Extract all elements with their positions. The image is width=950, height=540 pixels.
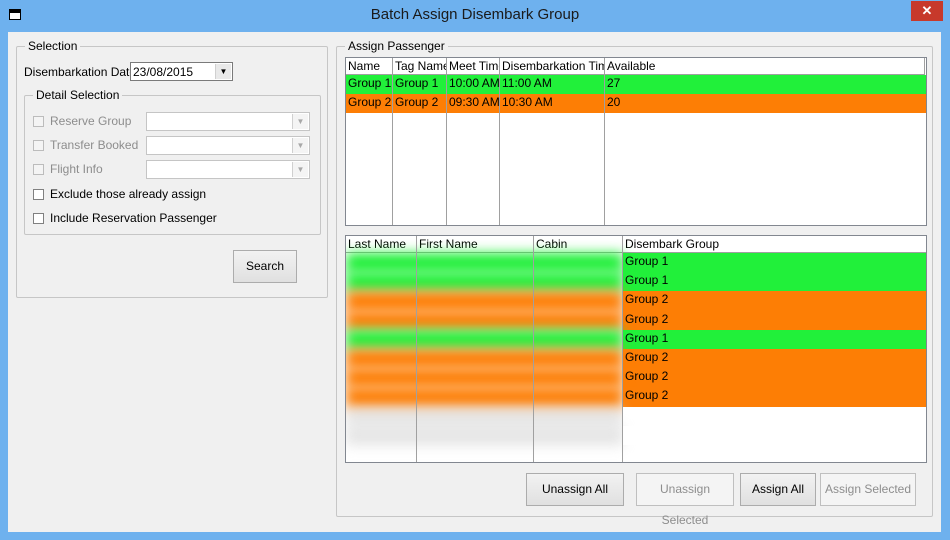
disembarkation-date-value: 23/08/2015 bbox=[133, 65, 194, 79]
table-row[interactable]: Group 2 bbox=[623, 349, 926, 369]
disembark-group-cell: Group 2 bbox=[625, 350, 669, 364]
disembark-group-cell: Group 1 bbox=[625, 273, 669, 288]
column-header[interactable]: Name bbox=[346, 58, 393, 75]
chevron-down-icon: ▼ bbox=[292, 138, 308, 153]
column-header[interactable]: First Name bbox=[417, 236, 534, 253]
close-button[interactable]: ✕ bbox=[911, 1, 943, 21]
redacted-passenger-info bbox=[346, 253, 623, 274]
column-divider bbox=[533, 236, 534, 462]
exclude-assigned-checkbox[interactable] bbox=[33, 189, 44, 200]
flight-info-label: Flight Info bbox=[50, 162, 103, 176]
table-cell: 10:00 AM bbox=[449, 76, 500, 90]
redacted-passenger-info bbox=[346, 329, 623, 350]
include-reservation-checkbox[interactable] bbox=[33, 213, 44, 224]
reserve-group-select[interactable]: ▼ bbox=[146, 112, 310, 131]
table-cell: 11:00 AM bbox=[502, 76, 552, 90]
table-cell: 20 bbox=[607, 95, 621, 109]
table-cell: Group 2 bbox=[348, 95, 392, 109]
disembarkation-date-picker[interactable]: 23/08/2015 ▼ bbox=[130, 62, 233, 81]
column-divider bbox=[446, 58, 447, 225]
table-row[interactable]: Group 2 bbox=[623, 291, 926, 311]
disembark-group-cell: Group 2 bbox=[625, 369, 669, 384]
unassign-selected-button[interactable]: Unassign Selected bbox=[636, 473, 734, 527]
chevron-down-icon[interactable]: ▼ bbox=[215, 64, 231, 79]
disembark-group-cell: Group 1 bbox=[625, 330, 669, 345]
table-row[interactable]: Group 2 Group 2 09:30 AM 10:30 AM 20 bbox=[346, 94, 926, 113]
disembark-group-cell bbox=[623, 407, 926, 426]
column-divider bbox=[622, 236, 623, 462]
assign-selected-button[interactable]: Assign Selected bbox=[820, 473, 916, 506]
column-divider bbox=[499, 58, 500, 225]
table-row[interactable]: Group 1 Group 1 10:00 AM 11:00 AM 27 bbox=[346, 75, 926, 94]
redacted-passenger-info bbox=[346, 310, 623, 331]
reserve-group-label: Reserve Group bbox=[50, 114, 132, 128]
redacted-passenger-info bbox=[346, 368, 623, 389]
search-button[interactable]: Search bbox=[233, 250, 297, 283]
transfer-booked-checkbox[interactable] bbox=[33, 140, 44, 151]
column-header[interactable]: Disembarkation Time bbox=[500, 58, 605, 75]
reserve-group-checkbox[interactable] bbox=[33, 116, 44, 127]
column-header[interactable]: Available bbox=[605, 58, 925, 75]
table-cell: 27 bbox=[607, 76, 621, 90]
window: Batch Assign Disembark Group ✕ Selection… bbox=[0, 0, 950, 540]
column-header[interactable]: Cabin bbox=[534, 236, 623, 253]
detail-selection-legend: Detail Selection bbox=[33, 88, 123, 102]
disembark-group-cell: Group 2 bbox=[625, 311, 669, 326]
column-divider bbox=[392, 58, 393, 225]
dialog-body: Selection Disembarkation Date 23/08/2015… bbox=[8, 32, 941, 532]
table-cell: 09:30 AM bbox=[449, 95, 500, 109]
table-row[interactable] bbox=[623, 425, 926, 445]
column-header[interactable]: Tag Name bbox=[393, 58, 447, 75]
column-divider bbox=[416, 236, 417, 462]
chevron-down-icon: ▼ bbox=[292, 162, 308, 177]
selection-group: Selection Disembarkation Date 23/08/2015… bbox=[16, 39, 328, 298]
table-row[interactable]: Group 2 bbox=[623, 387, 926, 407]
table-row[interactable]: Group 1 bbox=[623, 272, 926, 292]
redacted-passenger-info bbox=[346, 349, 623, 370]
passengers-table[interactable]: Last Name First Name Cabin Disembark Group G… bbox=[345, 235, 927, 463]
disembarkation-date-label: Disembarkation Date bbox=[24, 65, 137, 79]
window-title: Batch Assign Disembark Group bbox=[370, 6, 580, 23]
groups-table[interactable]: Name Tag Name Meet Time Disembarkation Time… bbox=[345, 57, 927, 226]
flight-info-select[interactable]: ▼ bbox=[146, 160, 310, 179]
detail-selection-group: Detail Selection Reserve Group ▼ Transfe… bbox=[24, 88, 321, 235]
table-row[interactable]: Group 2 bbox=[623, 310, 926, 330]
redacted-passenger-info bbox=[346, 425, 623, 446]
transfer-booked-label: Transfer Booked bbox=[50, 138, 139, 152]
exclude-assigned-label: Exclude those already assign bbox=[50, 187, 207, 201]
title-bar: Batch Assign Disembark Group ✕ bbox=[0, 0, 950, 32]
assign-all-button[interactable]: Assign All bbox=[740, 473, 816, 506]
disembark-group-cell: Group 2 bbox=[625, 292, 669, 307]
disembark-group-cell bbox=[623, 426, 926, 445]
table-row[interactable]: Group 1 bbox=[623, 329, 926, 349]
redacted-passenger-info bbox=[346, 387, 623, 408]
column-header[interactable]: Last Name bbox=[346, 236, 417, 253]
assign-passenger-legend: Assign Passenger bbox=[345, 39, 448, 53]
table-row[interactable]: Group 2 bbox=[623, 368, 926, 388]
column-header[interactable]: Disembark Group bbox=[623, 236, 926, 253]
redacted-passenger-info bbox=[346, 291, 623, 312]
redacted-passenger-info bbox=[346, 272, 623, 293]
assign-passenger-group: Assign Passenger Name Tag Name Meet Time Di… bbox=[336, 39, 933, 527]
table-cell: 10:30 AM bbox=[502, 95, 553, 109]
chevron-down-icon: ▼ bbox=[292, 114, 308, 129]
flight-info-checkbox[interactable] bbox=[33, 164, 44, 175]
column-divider bbox=[604, 58, 605, 225]
disembark-group-cell: Group 2 bbox=[625, 388, 669, 403]
table-cell: Group 2 bbox=[395, 95, 439, 109]
table-row[interactable] bbox=[623, 406, 926, 426]
disembark-group-cell: Group 1 bbox=[625, 254, 669, 268]
unassign-all-button[interactable]: Unassign All bbox=[526, 473, 624, 506]
table-cell: Group 1 bbox=[395, 76, 439, 90]
table-cell: Group 1 bbox=[348, 76, 392, 90]
redacted-passenger-info bbox=[346, 406, 623, 427]
include-reservation-label: Include Reservation Passenger bbox=[50, 211, 217, 225]
selection-legend: Selection bbox=[25, 39, 81, 53]
table-row[interactable]: Group 1 bbox=[623, 253, 926, 273]
column-header[interactable]: Meet Time bbox=[447, 58, 500, 75]
transfer-booked-select[interactable]: ▼ bbox=[146, 136, 310, 155]
